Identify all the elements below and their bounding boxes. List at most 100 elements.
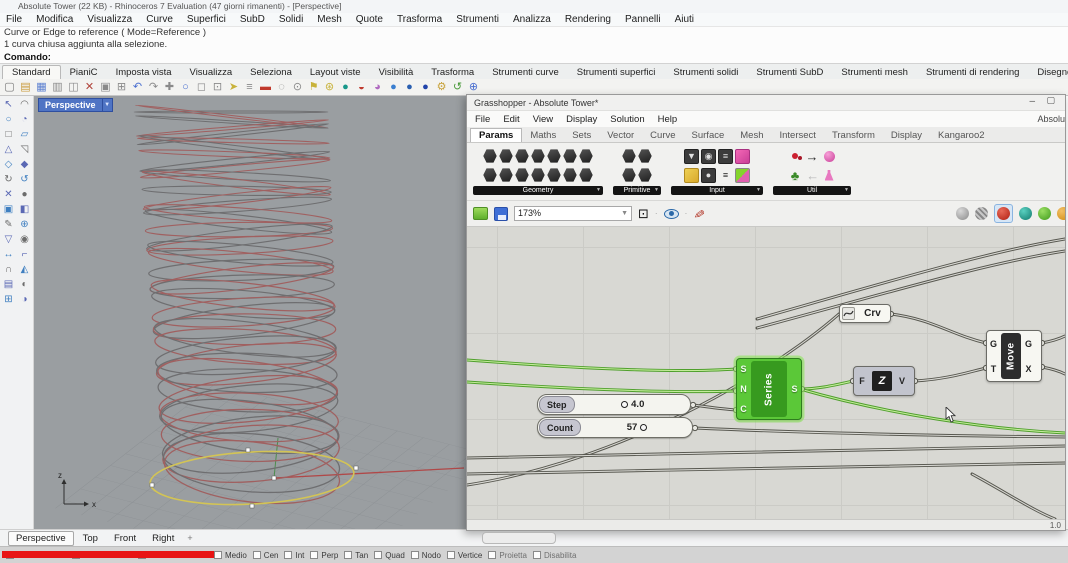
sidebar-tool-icon[interactable]: ◑: [17, 293, 32, 307]
sidebar-tool-icon[interactable]: ↺: [17, 173, 32, 187]
maximize-icon[interactable]: ▢: [1046, 95, 1055, 106]
hide-objects-icon[interactable]: ▬: [259, 81, 272, 94]
display-orange-icon[interactable]: [1057, 207, 1066, 220]
toolbar-tab-strumenti-solidi[interactable]: Strumenti solidi: [664, 66, 747, 79]
data-sphere-icon[interactable]: [822, 149, 837, 164]
checkbox-icon[interactable]: [374, 551, 382, 559]
layers-icon[interactable]: ≡: [243, 81, 256, 94]
sidebar-tool-icon[interactable]: ▽: [1, 233, 16, 247]
slider-grip[interactable]: [640, 424, 647, 431]
sidebar-tool-icon[interactable]: ▣: [1, 203, 16, 217]
osnap-item-disabilita[interactable]: Disabilita: [533, 551, 576, 560]
viewport-tab-perspective[interactable]: Perspective: [8, 531, 74, 546]
osnap-item-tan[interactable]: Tan: [344, 551, 368, 560]
save-icon[interactable]: [494, 207, 508, 221]
param-hex-icon[interactable]: [499, 168, 513, 182]
paste-icon[interactable]: ⊞: [115, 81, 128, 94]
toolbar-tab-seleziona[interactable]: Seleziona: [241, 66, 301, 79]
preview-shaded-icon[interactable]: [997, 207, 1010, 220]
gh-tab-curve[interactable]: Curve: [642, 129, 683, 142]
rhino-menu-file[interactable]: File: [6, 14, 22, 25]
sidebar-tool-icon[interactable]: ↖: [1, 98, 16, 112]
unitz-input-f[interactable]: F: [859, 376, 865, 386]
param-hex-icon[interactable]: [622, 168, 636, 182]
rhino-menu-quote[interactable]: Quote: [356, 14, 383, 25]
sidebar-tool-icon[interactable]: ◠: [17, 98, 32, 112]
series-input-s[interactable]: S: [740, 364, 746, 374]
toolbar-tab-imposta-vista[interactable]: Imposta vista: [107, 66, 181, 79]
chevron-down-icon[interactable]: ▼: [103, 98, 113, 112]
checkbox-icon[interactable]: [344, 551, 352, 559]
unitz-output-v[interactable]: V: [899, 376, 905, 386]
palette-group-label-primitive[interactable]: Primitive▼: [613, 186, 661, 195]
relay-right-icon[interactable]: →: [805, 149, 820, 164]
sidebar-tool-icon[interactable]: ∩: [1, 263, 16, 277]
series-output-s[interactable]: S: [791, 384, 797, 394]
minimize-icon[interactable]: –: [1029, 96, 1035, 107]
count-number-slider[interactable]: Count 57: [537, 417, 693, 438]
viewport-title-tab[interactable]: Perspective ▼: [38, 98, 113, 112]
color-wheel-icon[interactable]: ◕: [371, 81, 384, 94]
rhino-menu-subd[interactable]: SubD: [240, 14, 265, 25]
copy-icon[interactable]: ▣: [99, 81, 112, 94]
gh-tab-intersect[interactable]: Intersect: [772, 129, 824, 142]
viewport-new-tab[interactable]: +: [183, 533, 196, 543]
cherry-picker-icon[interactable]: [788, 149, 803, 164]
toolbar-tab-strumenti-di-rendering[interactable]: Strumenti di rendering: [917, 66, 1028, 79]
tools-icon[interactable]: ⚙: [435, 81, 448, 94]
preview-eye-icon[interactable]: [664, 209, 679, 219]
rhino-menu-aiuti[interactable]: Aiuti: [675, 14, 694, 25]
zoom-icon[interactable]: ○: [179, 81, 192, 94]
move-icon[interactable]: ✚: [163, 81, 176, 94]
gh-tab-transform[interactable]: Transform: [824, 129, 883, 142]
globe-2-icon[interactable]: ●: [403, 81, 416, 94]
sketch-pen-icon[interactable]: ✎: [690, 207, 708, 221]
checkbox-icon[interactable]: [214, 551, 222, 559]
display-green-icon[interactable]: [1038, 207, 1051, 220]
lasso-icon[interactable]: ◌: [275, 81, 288, 94]
tree-icon[interactable]: ♣: [788, 168, 803, 183]
rhino-menu-solidi[interactable]: Solidi: [279, 14, 303, 25]
step-number-slider[interactable]: Step 4.0: [537, 394, 691, 415]
toolbar-tab-standard[interactable]: Standard: [2, 65, 61, 79]
sidebar-tool-icon[interactable]: ⌐: [17, 248, 32, 262]
toolbar-tab-visibilit-[interactable]: Visibilità: [370, 66, 423, 79]
sidebar-tool-icon[interactable]: ◹: [17, 143, 32, 157]
zoom-level-dropdown[interactable]: 173%▼: [514, 206, 632, 221]
param-hex-icon[interactable]: [579, 168, 593, 182]
osnap-item-nodo[interactable]: Nodo: [411, 551, 441, 560]
slider-track[interactable]: 4.0: [576, 395, 690, 414]
param-hex-icon[interactable]: [563, 168, 577, 182]
viewport-tab-front[interactable]: Front: [107, 532, 143, 545]
toolbar-tab-strumenti-subd[interactable]: Strumenti SubD: [747, 66, 832, 79]
preview-shaded-selected[interactable]: [994, 204, 1013, 223]
rhino-menu-modifica[interactable]: Modifica: [36, 14, 73, 25]
sphere-blue-icon[interactable]: ●: [419, 81, 432, 94]
toolbar-tab-strumenti-curve[interactable]: Strumenti curve: [483, 66, 568, 79]
param-hex-icon[interactable]: [638, 149, 652, 163]
sidebar-tool-icon[interactable]: ↻: [1, 173, 16, 187]
move-input-t[interactable]: T: [991, 364, 997, 374]
grasshopper-canvas[interactable]: Crv G T Move G X F Z V S: [467, 227, 1065, 519]
gh-tab-display[interactable]: Display: [883, 129, 930, 142]
toolbar-tab-disegno-tecnico[interactable]: Disegno tecnico: [1028, 66, 1068, 79]
osnap-item-medio[interactable]: Medio: [214, 551, 247, 560]
move-output-x[interactable]: X: [1025, 364, 1031, 374]
select-icon[interactable]: ➤: [227, 81, 240, 94]
flag-icon[interactable]: ⚑: [307, 81, 320, 94]
checkbox-icon[interactable]: [310, 551, 318, 559]
sidebar-tool-icon[interactable]: ⊞: [1, 293, 16, 307]
history-icon[interactable]: ↺: [451, 81, 464, 94]
slider-grip[interactable]: [621, 401, 628, 408]
sidebar-tool-icon[interactable]: ◉: [17, 233, 32, 247]
toolbar-tab-pianic[interactable]: PianiC: [61, 66, 107, 79]
sidebar-tool-icon[interactable]: ▱: [17, 128, 32, 142]
properties-icon[interactable]: ◫: [67, 81, 80, 94]
gh-menu-solution[interactable]: Solution: [610, 114, 644, 125]
sidebar-tool-icon[interactable]: ◭: [17, 263, 32, 277]
relay-left-icon[interactable]: →: [805, 168, 820, 183]
display-teal-icon[interactable]: [1019, 207, 1032, 220]
move-output-g[interactable]: G: [1025, 339, 1032, 349]
palette-group-label-util[interactable]: Util▼: [773, 186, 851, 195]
param-hex-icon[interactable]: [563, 149, 577, 163]
